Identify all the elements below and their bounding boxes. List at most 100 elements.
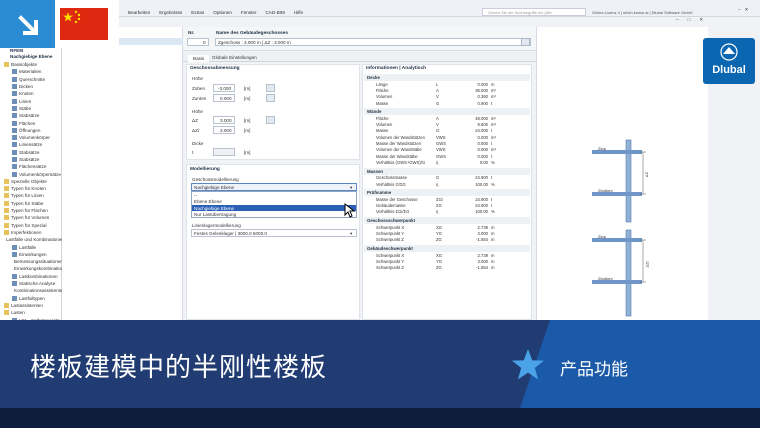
navigator-item[interactable]: Einwirkungskombinationen — [4, 265, 69, 272]
navigator-item[interactable]: Linien — [4, 97, 62, 104]
navigator-item[interactable]: Typen für Stäbe — [4, 200, 62, 207]
info-value: 24.900 — [475, 175, 488, 181]
line-support-chevron-icon[interactable]: ▾ — [350, 231, 352, 236]
edit-name-icon[interactable] — [521, 38, 530, 46]
info-unit: m³ — [491, 94, 496, 100]
dzi-label: ΔZi — [192, 128, 199, 133]
object-icon — [12, 149, 17, 155]
dialog-minimize-icon[interactable]: – — [676, 17, 679, 22]
t-label: t — [192, 150, 194, 155]
menu-options[interactable]: Optionen — [213, 10, 232, 15]
info-group-title: Gebäudeschwerpunkt — [364, 244, 530, 252]
folder-icon — [4, 302, 9, 308]
navigator-item-label: Stabsätze — [19, 113, 40, 119]
navigator-item-label: Typen für Linien — [11, 193, 44, 199]
dropdown-option-semi-rigid[interactable]: Nachgiebige Ebene — [194, 206, 234, 211]
navigator-item[interactable]: Lastfälle — [4, 243, 62, 250]
info-unit: m — [491, 265, 495, 271]
navigator-item[interactable]: Lasten — [4, 309, 62, 316]
z-unten-pick-icon[interactable] — [266, 94, 275, 102]
folder-icon — [4, 215, 9, 221]
info-name: Schwerpunkt Y — [376, 230, 405, 236]
navigator-item-label: Kombinationsassistenten — [14, 288, 66, 294]
info-unit: % — [491, 159, 495, 165]
tab-global-settings[interactable]: Globale Einstellungen — [212, 55, 257, 60]
menu-tools[interactable]: Extras — [191, 10, 204, 15]
navigator-item[interactable]: Stabsätze — [4, 149, 62, 156]
navigator-item[interactable]: Liniensätze — [4, 141, 62, 148]
navigator-item[interactable]: Spezielle Objekte — [4, 178, 62, 185]
navigator-item[interactable]: Stabsätze — [4, 112, 62, 119]
navigator-item-label: Typen für Stäbe — [11, 200, 44, 206]
dropdown-option-plane[interactable]: Ebene Ebene — [194, 199, 222, 204]
navigator-item[interactable]: Stabsätze — [4, 156, 62, 163]
info-unit: t — [491, 100, 493, 106]
info-value: 24.900 — [475, 196, 488, 202]
info-symbol: YG — [436, 230, 443, 236]
dialog-close-icon[interactable]: ✕ — [699, 17, 703, 22]
navigator-project[interactable]: Nachgiebige Ebene — [10, 54, 52, 59]
navigator-item[interactable]: Typen für Linien — [4, 192, 62, 199]
menu-results[interactable]: Ergebnisse — [159, 10, 182, 15]
dz-pick-icon[interactable] — [266, 116, 275, 124]
navigator-item[interactable]: Flächen — [4, 119, 62, 126]
navigator-item[interactable]: Volumenkörpersätze — [4, 170, 62, 177]
dialog-maximize-icon[interactable]: □ — [688, 17, 691, 22]
info-value: 0.000 — [477, 134, 488, 140]
navigator-item[interactable]: Typen für Knoten — [4, 185, 62, 192]
navigator-item[interactable]: Typen für Volumen — [4, 214, 62, 221]
navigator-item[interactable]: Basisobjekte — [4, 61, 62, 68]
z-unten-unit: [m] — [244, 96, 251, 101]
navigator-item[interactable]: Stäbe — [4, 105, 62, 112]
info-symbol: L — [436, 81, 439, 87]
t-input[interactable] — [213, 148, 235, 156]
object-icon — [12, 251, 17, 257]
navigator-item[interactable]: Öffnungen — [4, 127, 62, 134]
menu-window[interactable]: Fenster — [241, 10, 257, 15]
dropdown-option-load-transfer[interactable]: Nur Lastübertragung — [194, 212, 236, 217]
close-icon[interactable]: ✕ — [745, 7, 749, 12]
info-name: Verhältnis ΣGi/ΣG — [376, 209, 410, 215]
navigator-item[interactable]: Einwirkungen — [4, 251, 62, 258]
navigator-item[interactable]: Statische Analyse — [4, 280, 62, 287]
info-row: Masse G 0.900 t — [364, 100, 530, 106]
license-text: Online-Lizenz 4 | ulrich.kroiss.ai | Dlu… — [592, 10, 693, 15]
info-symbol: ZG — [436, 237, 442, 243]
info-value: 0.360 — [477, 94, 488, 100]
minimize-icon[interactable]: – — [738, 7, 741, 12]
navigator-item[interactable]: Materialien — [4, 68, 62, 75]
navigator-root[interactable]: RFEM — [10, 48, 23, 53]
navigator-item[interactable]: Querschnitte — [4, 76, 62, 83]
navigator-item[interactable]: Lastassistenten — [4, 302, 62, 309]
info-unit: % — [491, 181, 495, 187]
navigator-item-label: Lastfalltypen — [19, 295, 45, 301]
navigator-item[interactable]: Lastfälle und Kombinationen — [4, 236, 64, 243]
info-symbol: G — [436, 100, 440, 106]
navigator-item[interactable]: Flächensätze — [4, 163, 62, 170]
navigator-item[interactable]: Dicken — [4, 83, 62, 90]
info-value: 100.00 — [475, 181, 488, 187]
navigator-item-label: Lastfälle und Kombinationen — [6, 237, 64, 243]
menu-help[interactable]: Hilfe — [294, 10, 303, 15]
navigator-item[interactable]: Knoten — [4, 90, 62, 97]
navigator-item[interactable]: Lastfalltypen — [4, 295, 62, 302]
menu-cad-bim[interactable]: CAD-BIM — [265, 10, 284, 15]
info-unit: m² — [491, 87, 496, 93]
navigator-item[interactable]: Kombinationsassistenten — [4, 287, 66, 294]
navigator-item[interactable]: Volumenkörper — [4, 134, 62, 141]
dropdown-option-none[interactable]: -- — [194, 193, 197, 198]
navigator-item[interactable]: Typen für Flächen — [4, 207, 62, 214]
search-placeholder: Geben Sie die Suchbegriffe ein (Alt+ — [488, 10, 553, 15]
dlubal-logo-icon — [720, 43, 738, 61]
navigator-item[interactable]: Typen für Spezial — [4, 222, 62, 229]
chevron-down-icon[interactable]: ▾ — [350, 185, 352, 190]
navigator-item[interactable]: Imperfektionen — [4, 229, 62, 236]
navigator-item[interactable]: Bemessungssituationen — [4, 258, 63, 265]
navigator-item[interactable]: Lastkombinationen — [4, 273, 62, 280]
z-oben-pick-icon[interactable] — [266, 84, 275, 92]
menu-edit[interactable]: Bearbeiten — [128, 10, 150, 15]
info-value: 0.000 — [477, 153, 488, 159]
star-icon — [512, 349, 544, 380]
info-unit: t — [491, 153, 493, 159]
tab-basis[interactable]: Basis — [188, 55, 210, 62]
